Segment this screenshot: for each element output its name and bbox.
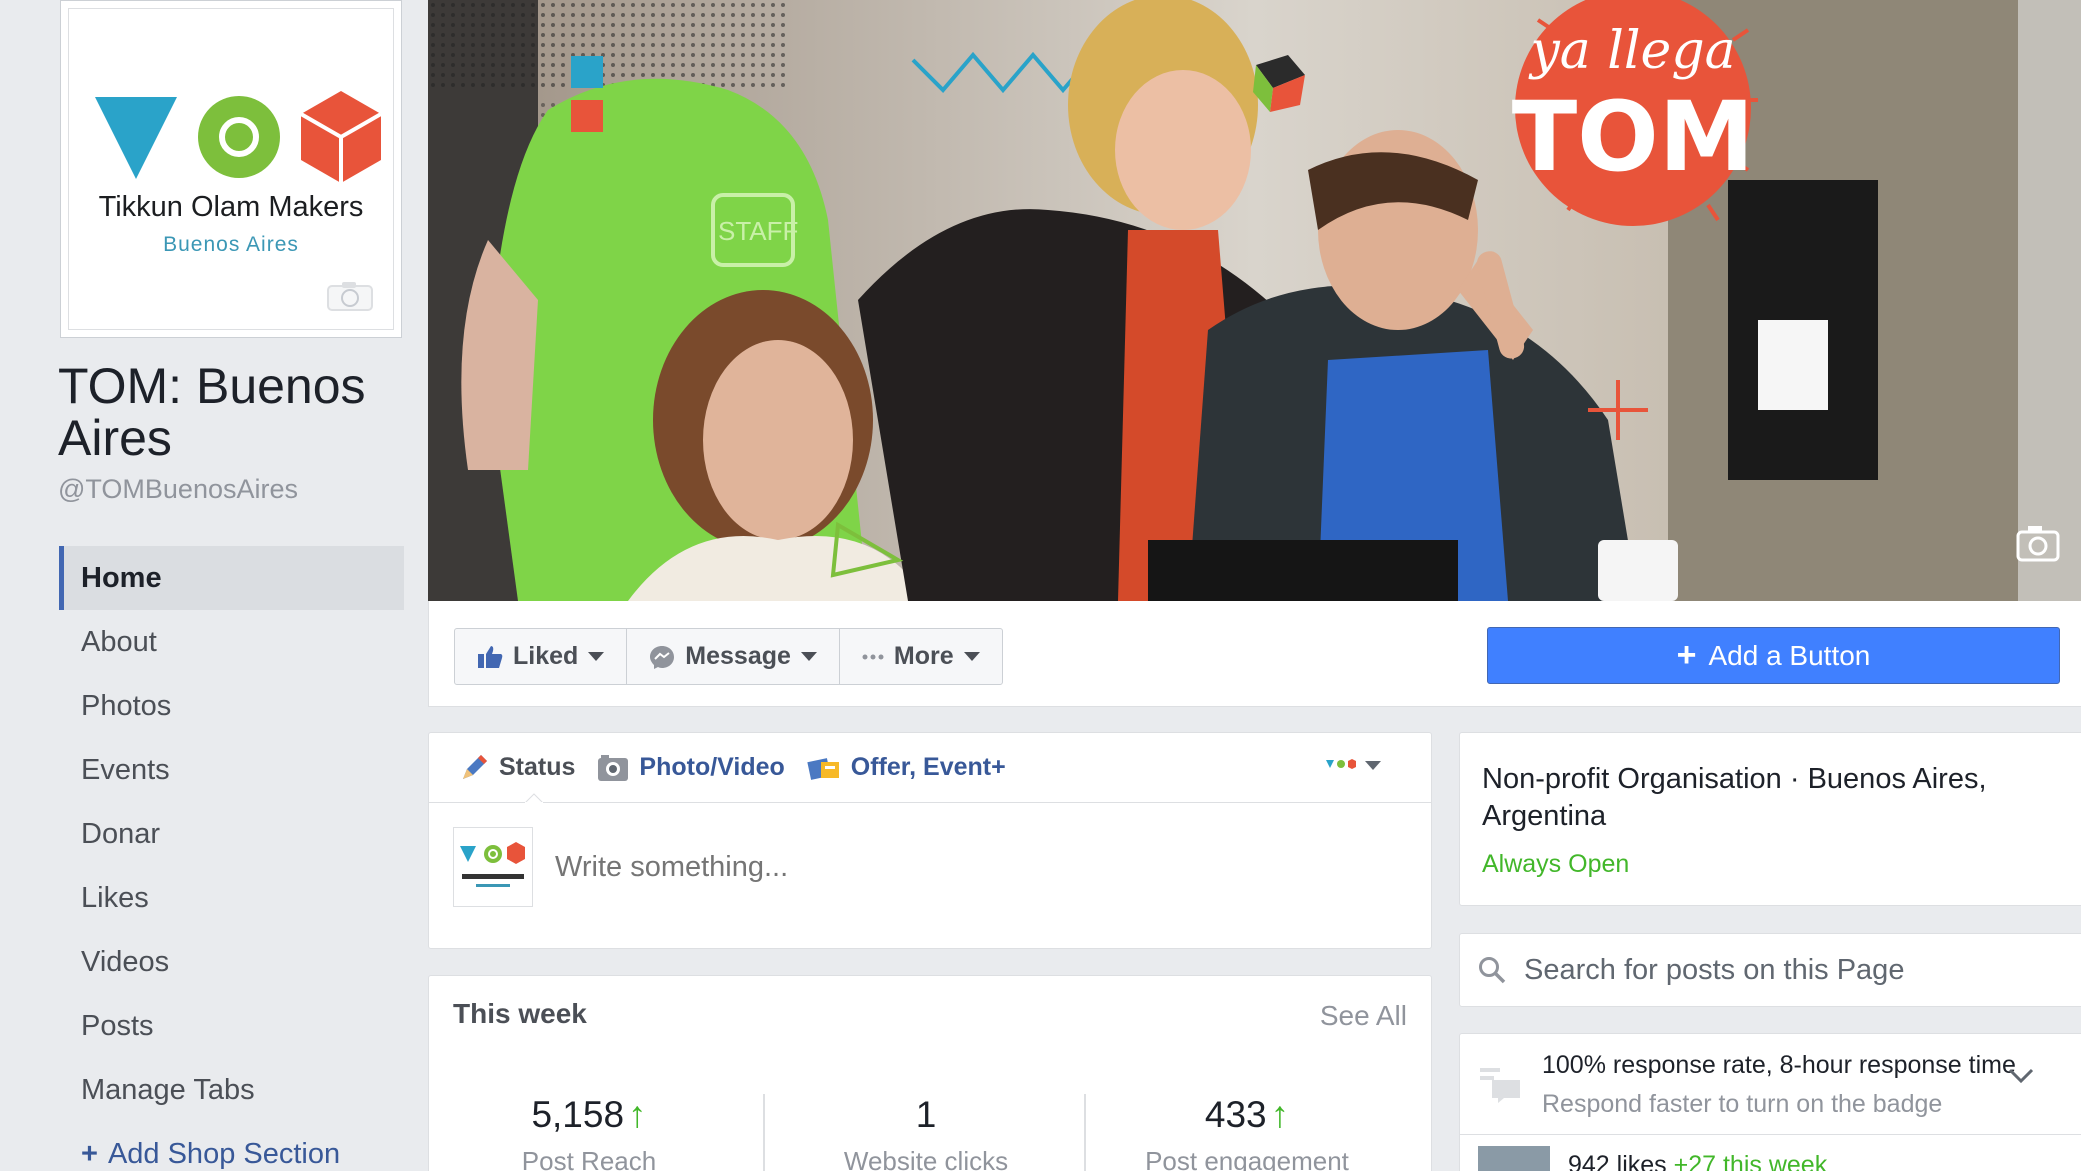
page-category-location: Non-profit Organisation · Buenos Aires, …	[1482, 763, 1987, 832]
messenger-icon	[649, 644, 675, 670]
response-rate-card[interactable]: 100% response rate, 8-hour response time…	[1459, 1033, 2081, 1171]
page-search	[1459, 933, 2081, 1007]
nav-item-posts[interactable]: Posts	[59, 994, 404, 1058]
post-as-selector[interactable]	[1325, 757, 1381, 773]
tom-logo-icon	[460, 842, 525, 887]
page-action-buttons: Liked Message More	[454, 628, 1003, 685]
add-shop-section-label: Add Shop Section	[107, 1137, 341, 1170]
divider	[1460, 1134, 2081, 1135]
caret-down-icon	[1365, 760, 1381, 770]
see-all-link[interactable]: See All	[1320, 1000, 1407, 1032]
badge-line-1: ya llega	[1528, 21, 1735, 81]
stat-label: Post Reach	[521, 1146, 657, 1171]
caret-down-icon	[963, 652, 980, 661]
this-week-title: This week	[453, 998, 587, 1029]
stat-value: 433	[1204, 1094, 1267, 1135]
tab-photo-video[interactable]: Photo/Video	[597, 753, 785, 782]
page-avatar-icon	[1326, 759, 1356, 769]
arrow-up-icon: ↑	[628, 1094, 647, 1135]
page-avatar	[453, 827, 533, 907]
plus-icon: +	[1676, 636, 1697, 674]
cover-shirt-text: STAFF	[718, 216, 798, 246]
tab-offer-event[interactable]: Offer, Event+	[807, 753, 1006, 782]
likes-thumbnail	[1478, 1146, 1550, 1171]
stat-post-reach[interactable]: 5,158 ↑	[429, 1094, 749, 1136]
page-info-card: Non-profit Organisation · Buenos Aires, …	[1459, 732, 2081, 906]
search-posts-input[interactable]	[1524, 953, 2044, 987]
tom-logo-icon	[95, 91, 381, 183]
likes-delta: +27 this week	[1673, 1151, 1828, 1171]
nav-item-videos[interactable]: Videos	[59, 930, 404, 994]
composer-tabs: Status Photo/Video Offer, Event+	[429, 733, 1431, 803]
camera-icon	[597, 754, 629, 782]
response-rate-text: 100% response rate, 8-hour response time	[1542, 1051, 2016, 1079]
tab-status[interactable]: Status	[459, 753, 575, 783]
add-a-button-label: Add a Button	[1708, 639, 1871, 671]
post-composer: Status Photo/Video Offer, Event+	[428, 732, 1432, 949]
stat-divider	[1084, 1094, 1086, 1171]
stat-divider	[763, 1094, 765, 1171]
cover-photo[interactable]: STAFF ya llega TOM	[428, 0, 2081, 601]
page-title: TOM: Buenos Aires	[58, 358, 366, 466]
more-label: More	[893, 642, 954, 670]
offer-event-icon	[807, 754, 841, 782]
more-dots-icon	[862, 654, 884, 660]
tab-photo-video-label: Photo/Video	[639, 753, 785, 781]
add-shop-section-link[interactable]: + Add Shop Section	[59, 1122, 404, 1171]
pencil-icon	[459, 753, 489, 783]
likes-count: 942 likes	[1568, 1151, 1667, 1171]
logo-org-name: Tikkun Olam Makers	[98, 191, 364, 223]
tab-offer-event-label: Offer, Event+	[850, 753, 1006, 781]
ya-llega-tom-badge: ya llega TOM	[1512, 0, 1758, 226]
nav-item-home[interactable]: Home	[59, 546, 404, 610]
camera-icon[interactable]	[327, 281, 373, 311]
add-a-button[interactable]: + Add a Button	[1487, 627, 2060, 684]
stat-label: Post engagement	[1145, 1146, 1349, 1171]
profile-picture-frame: Tikkun Olam Makers Buenos Aires	[68, 8, 394, 330]
composer-body	[429, 803, 1431, 931]
liked-button[interactable]: Liked	[455, 629, 628, 684]
cover-photo-illustration: STAFF ya llega TOM	[428, 0, 2081, 601]
page-action-bar: Liked Message More + Add a Button	[428, 601, 2081, 707]
stat-website-clicks[interactable]: 1	[766, 1094, 1086, 1136]
tab-pointer	[525, 793, 543, 803]
response-badge-hint: Respond faster to turn on the badge	[1542, 1090, 1943, 1118]
left-navigation: Home About Photos Events Donar Likes Vid…	[59, 546, 404, 1171]
liked-label: Liked	[513, 642, 579, 670]
chat-bubble-icon	[1480, 1068, 1520, 1103]
stat-post-engagement[interactable]: 433 ↑	[1087, 1094, 1407, 1136]
nav-item-about[interactable]: About	[59, 610, 404, 674]
nav-item-likes[interactable]: Likes	[59, 866, 404, 930]
profile-picture[interactable]: Tikkun Olam Makers Buenos Aires	[60, 0, 402, 338]
nav-item-manage-tabs[interactable]: Manage Tabs	[59, 1058, 404, 1122]
this-week-insights: This week See All 5,158 ↑ Post Reach 1 We…	[428, 975, 1432, 1171]
message-button[interactable]: Message	[627, 629, 840, 684]
hours-status: Always Open	[1482, 850, 1630, 878]
message-label: Message	[685, 642, 791, 670]
nav-item-events[interactable]: Events	[59, 738, 404, 802]
more-button[interactable]: More	[840, 629, 1002, 684]
arrow-up-icon: ↑	[1270, 1094, 1290, 1135]
badge-line-2: TOM	[1512, 81, 1755, 193]
caret-down-icon	[588, 652, 605, 661]
nav-item-photos[interactable]: Photos	[59, 674, 404, 738]
page-handle[interactable]: @TOMBuenosAires	[58, 474, 298, 505]
stat-value: 1	[915, 1094, 937, 1135]
plus-icon: +	[81, 1137, 98, 1170]
logo-org-subtitle: Buenos Aires	[163, 233, 299, 256]
search-icon	[1478, 956, 1506, 984]
caret-down-icon	[800, 652, 817, 661]
stat-label: Website clicks	[843, 1146, 1009, 1171]
likes-summary[interactable]: 942 likes +27 this week	[1568, 1151, 1827, 1171]
chevron-down-icon[interactable]	[2008, 1068, 2034, 1084]
tab-status-label: Status	[499, 753, 576, 781]
thumbs-up-icon	[477, 644, 503, 670]
write-something-input[interactable]	[555, 850, 1255, 884]
nav-item-donar[interactable]: Donar	[59, 802, 404, 866]
stat-value: 5,158	[531, 1094, 625, 1135]
